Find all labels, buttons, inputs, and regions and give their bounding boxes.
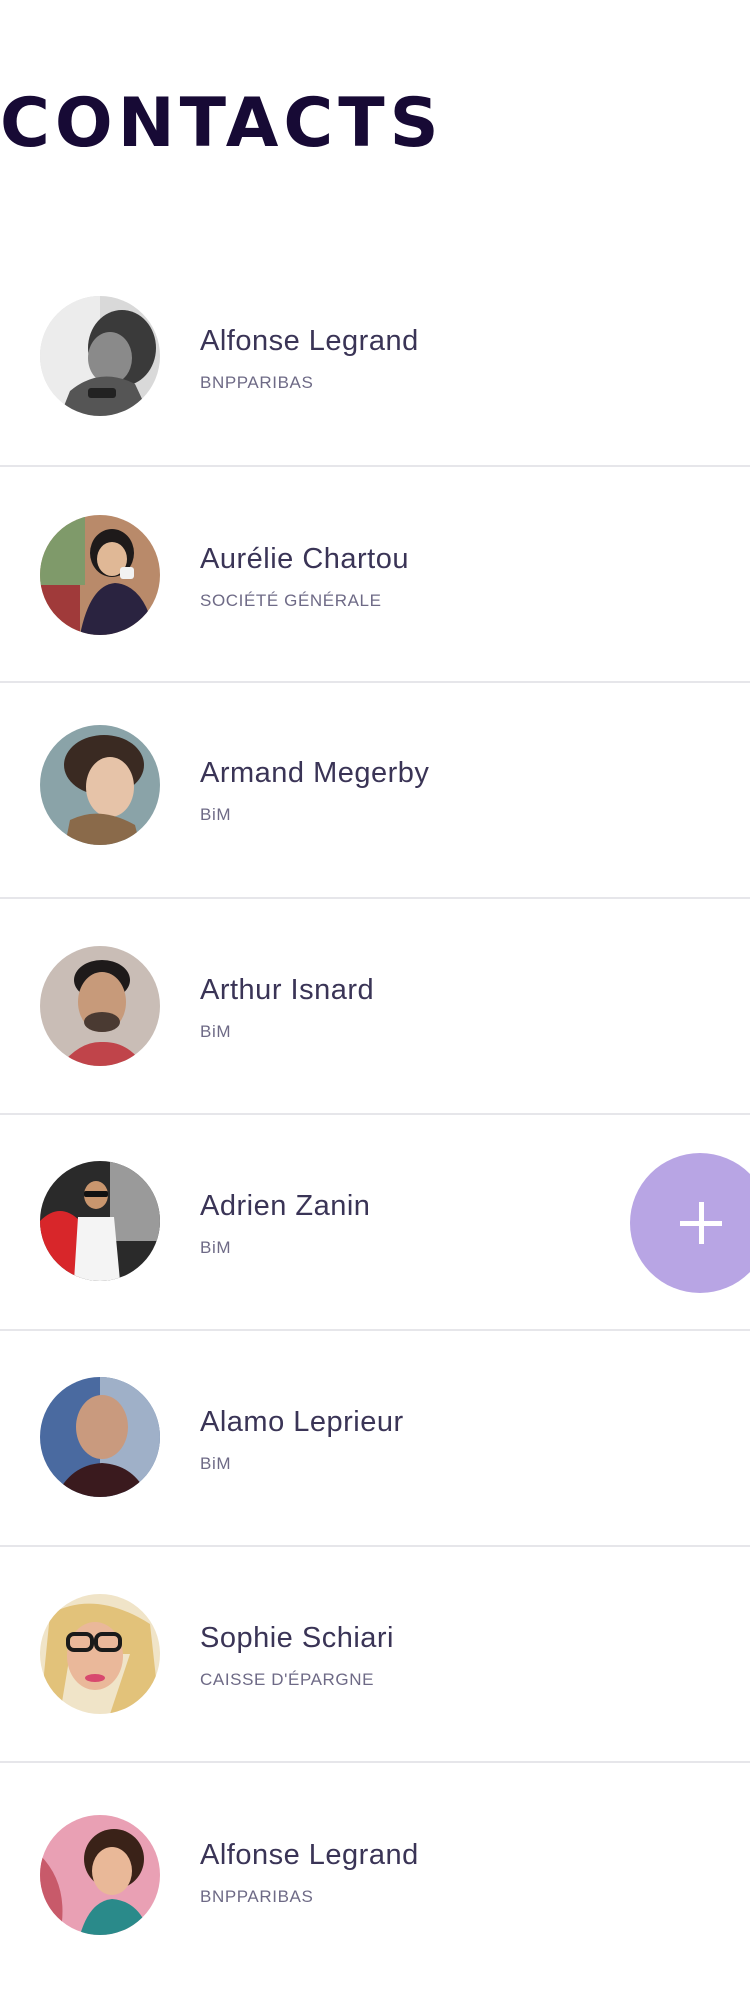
contact-name: Alamo Leprieur bbox=[200, 1406, 404, 1438]
contact-company: BNPPARIBAS bbox=[200, 1887, 314, 1906]
contact-row[interactable]: Arthur Isnard BiM bbox=[0, 899, 750, 1115]
avatar bbox=[40, 1594, 160, 1714]
avatar bbox=[40, 946, 160, 1066]
contact-company: BiM bbox=[200, 1238, 232, 1257]
avatar bbox=[40, 725, 160, 845]
contact-company: SOCIÉTÉ GÉNÉRALE bbox=[200, 591, 382, 610]
contact-row[interactable]: Armand Megerby BiM bbox=[0, 683, 750, 899]
avatar bbox=[40, 1161, 160, 1281]
contact-name: Sophie Schiari bbox=[200, 1622, 394, 1654]
contact-company: CAISSE D'ÉPARGNE bbox=[200, 1670, 375, 1689]
contact-name: Alfonse Legrand bbox=[200, 1839, 419, 1871]
avatar bbox=[40, 515, 160, 635]
contact-name: Arthur Isnard bbox=[200, 974, 375, 1006]
page-title: CONTACTS bbox=[0, 84, 444, 163]
contact-row[interactable]: Alamo Leprieur BiM bbox=[0, 1331, 750, 1547]
contact-row[interactable]: Alfonse Legrand BNPPARIBAS bbox=[0, 251, 750, 467]
contact-name: Adrien Zanin bbox=[200, 1190, 371, 1222]
contact-company: BiM bbox=[200, 1454, 232, 1473]
contact-name: Armand Megerby bbox=[200, 757, 430, 789]
avatar bbox=[40, 1815, 160, 1935]
contact-company: BiM bbox=[200, 1022, 232, 1041]
contact-name: Aurélie Chartou bbox=[200, 543, 409, 575]
avatar bbox=[40, 296, 160, 416]
avatar bbox=[40, 1377, 160, 1497]
contact-company: BiM bbox=[200, 805, 232, 824]
contact-row[interactable]: Alfonse Legrand BNPPARIBAS bbox=[0, 1763, 750, 1979]
contact-row[interactable]: Aurélie Chartou SOCIÉTÉ GÉNÉRALE bbox=[0, 467, 750, 683]
contact-company: BNPPARIBAS bbox=[200, 373, 314, 392]
contact-name: Alfonse Legrand bbox=[200, 325, 419, 357]
contact-row[interactable]: Sophie Schiari CAISSE D'ÉPARGNE bbox=[0, 1547, 750, 1763]
